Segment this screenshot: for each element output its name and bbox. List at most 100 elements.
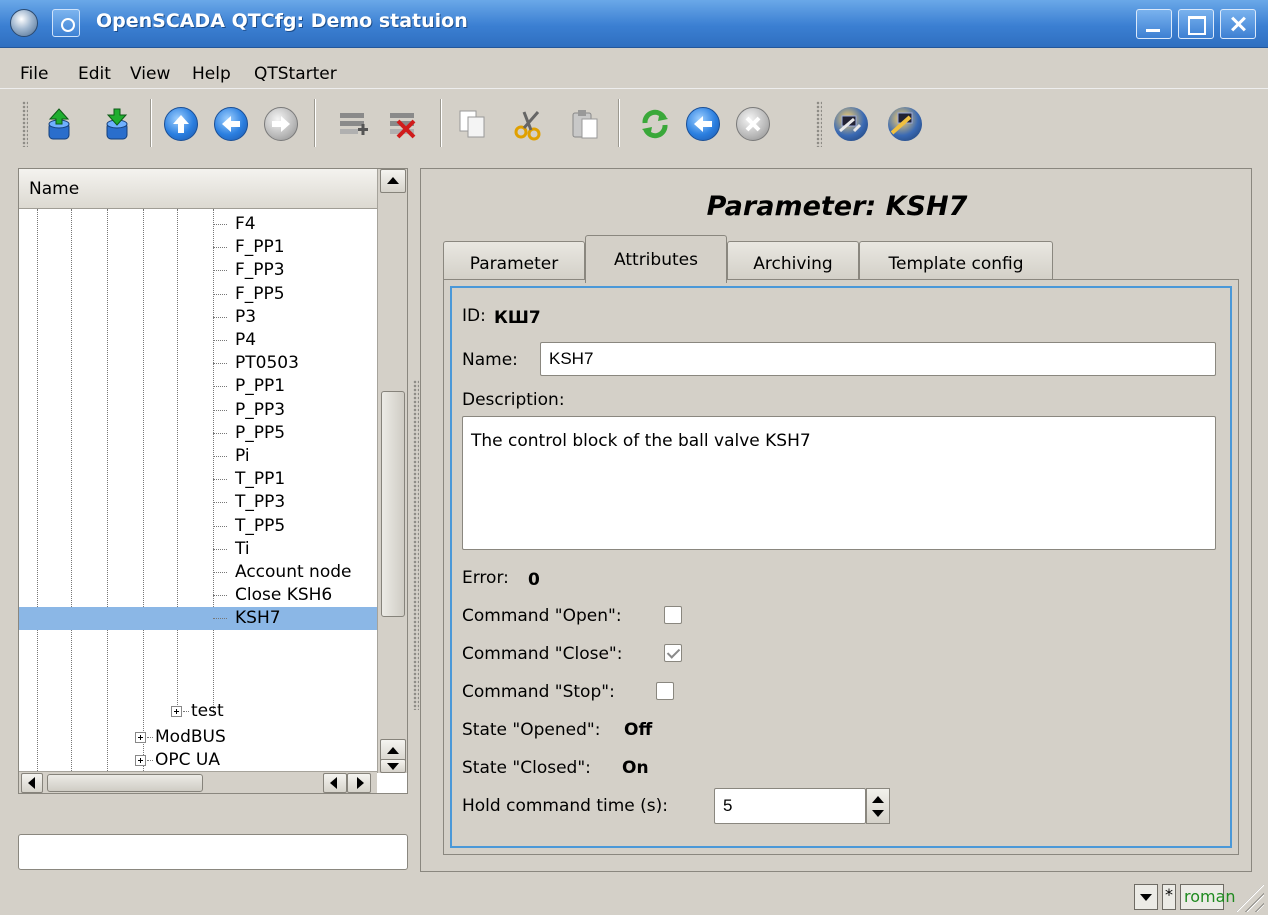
tree-item-label: P_PP3 (235, 399, 286, 420)
toolbar-grip[interactable] (816, 101, 822, 147)
expand-icon[interactable] (135, 732, 146, 743)
toolbar-grip[interactable] (22, 101, 28, 147)
tree-item[interactable]: P_PP3 (19, 399, 377, 422)
tree-item[interactable]: T_PP5 (19, 515, 377, 538)
tree-item[interactable]: test (19, 700, 377, 723)
tree-item[interactable]: P3 (19, 306, 377, 329)
error-label: Error: (462, 568, 509, 588)
tree-item[interactable]: P4 (19, 329, 377, 352)
minimize-button[interactable] (1136, 9, 1172, 39)
tree-item[interactable]: Ti (19, 538, 377, 561)
spin-down-icon[interactable] (872, 810, 884, 817)
object-tree[interactable]: Name F4 F_PP1 F_PP3 F_PP5 P3 P4 PT0503 P_PP1 P_P… (18, 168, 408, 794)
title-bar[interactable]: OpenSCADA QTCfg: Demo statuion (0, 0, 1268, 48)
scroll-thumb[interactable] (47, 774, 203, 792)
scroll-down-button[interactable] (380, 759, 406, 773)
tab-template-config[interactable]: Template config (859, 241, 1053, 281)
tree-item[interactable]: F_PP3 (19, 259, 377, 282)
tree-item[interactable]: KSH7 (19, 607, 377, 631)
forward-icon[interactable] (264, 107, 298, 141)
scroll-right-button[interactable] (347, 773, 371, 793)
menu-qtstarter[interactable]: QTStarter (254, 64, 337, 84)
state-opened-label: State "Opened": (462, 720, 601, 740)
db-load-icon[interactable] (42, 107, 76, 141)
tree-branch-line (213, 618, 227, 620)
refresh-icon[interactable] (638, 107, 672, 141)
expand-icon[interactable] (171, 706, 182, 717)
menu-help[interactable]: Help (192, 64, 231, 84)
tree-branch-line (213, 316, 227, 318)
tree-item-label: T_PP3 (235, 492, 286, 513)
toolbar (0, 88, 1268, 158)
tree-item[interactable]: F4 (19, 213, 377, 236)
window-menu-icon[interactable] (52, 9, 80, 37)
tree-item-label: ModBUS (155, 727, 226, 747)
station-icon[interactable] (834, 107, 868, 141)
tree-horizontal-scrollbar[interactable] (19, 771, 377, 793)
tree-item[interactable]: PT0503 (19, 352, 377, 375)
cmd-close-checkbox[interactable] (664, 644, 682, 662)
start-icon[interactable] (686, 107, 720, 141)
menu-view[interactable]: View (130, 64, 170, 84)
back-icon[interactable] (214, 107, 248, 141)
status-dropdown[interactable] (1134, 884, 1158, 910)
tree-item[interactable]: Account node (19, 561, 377, 584)
tree-item[interactable]: F_PP5 (19, 283, 377, 306)
tree-item[interactable]: T_PP1 (19, 468, 377, 491)
cmd-open-checkbox[interactable] (664, 606, 682, 624)
copy-icon[interactable] (456, 107, 490, 141)
scroll-thumb[interactable] (381, 391, 405, 617)
item-delete-icon[interactable] (386, 107, 420, 141)
station-config-icon[interactable] (888, 107, 922, 141)
scroll-left-button[interactable] (21, 773, 43, 793)
expand-icon[interactable] (135, 755, 146, 766)
db-save-icon[interactable] (100, 107, 134, 141)
maximize-button[interactable] (1178, 9, 1214, 39)
spin-up-icon[interactable] (872, 796, 884, 803)
app-icon[interactable] (10, 9, 38, 37)
tree-item-label: T_PP5 (235, 515, 286, 536)
hold-time-spinner[interactable] (866, 788, 890, 824)
menu-bar: File Edit View Help QTStarter (0, 48, 1268, 88)
tree-item-label: PT0503 (235, 353, 299, 374)
tree-item[interactable]: P_PP5 (19, 422, 377, 445)
tree-vertical-scrollbar[interactable] (377, 169, 407, 773)
description-field[interactable]: The control block of the ball valve KSH7 (462, 416, 1216, 550)
tree-header-name[interactable]: Name (19, 169, 377, 209)
page-title: Parameter: KSH7 (706, 191, 968, 222)
item-add-icon[interactable] (336, 107, 370, 141)
close-button[interactable] (1220, 9, 1256, 39)
name-field[interactable] (540, 342, 1216, 376)
menu-edit[interactable]: Edit (78, 64, 111, 84)
tree-item[interactable]: F_PP1 (19, 236, 377, 259)
tree-item[interactable]: ModBUS (19, 726, 377, 749)
scroll-up-button[interactable] (380, 169, 406, 193)
tree-item-label: test (191, 701, 224, 721)
tree-item[interactable]: P_PP1 (19, 375, 377, 398)
resize-grip[interactable] (1236, 884, 1264, 912)
cmd-stop-checkbox[interactable] (656, 682, 674, 700)
stop-icon[interactable] (736, 107, 770, 141)
paste-icon[interactable] (568, 107, 602, 141)
arrow-left-icon (330, 777, 337, 789)
tab-archiving[interactable]: Archiving (727, 241, 859, 281)
tree-branch-line (213, 270, 227, 272)
tree-branch-line (213, 247, 227, 249)
hold-time-field[interactable] (714, 788, 866, 824)
cut-icon[interactable] (512, 107, 546, 141)
tree-filter-input[interactable] (18, 834, 408, 870)
up-icon[interactable] (164, 107, 198, 141)
tree-item-label: KSH7 (235, 608, 281, 629)
menu-file[interactable]: File (20, 64, 48, 84)
tree-item-label: Close KSH6 (235, 585, 333, 606)
tree-item[interactable]: Pi (19, 445, 377, 468)
error-value: 0 (528, 570, 540, 590)
tab-attributes[interactable]: Attributes (585, 235, 727, 283)
user-indicator[interactable]: roman (1180, 884, 1236, 910)
tree-item[interactable]: Close KSH6 (19, 584, 377, 607)
tree-item[interactable]: OPC UA (19, 749, 377, 772)
scroll-left-button[interactable] (323, 773, 347, 793)
tree-item[interactable]: T_PP3 (19, 491, 377, 514)
tab-parameter[interactable]: Parameter (443, 241, 585, 281)
pane-splitter[interactable] (413, 380, 419, 710)
